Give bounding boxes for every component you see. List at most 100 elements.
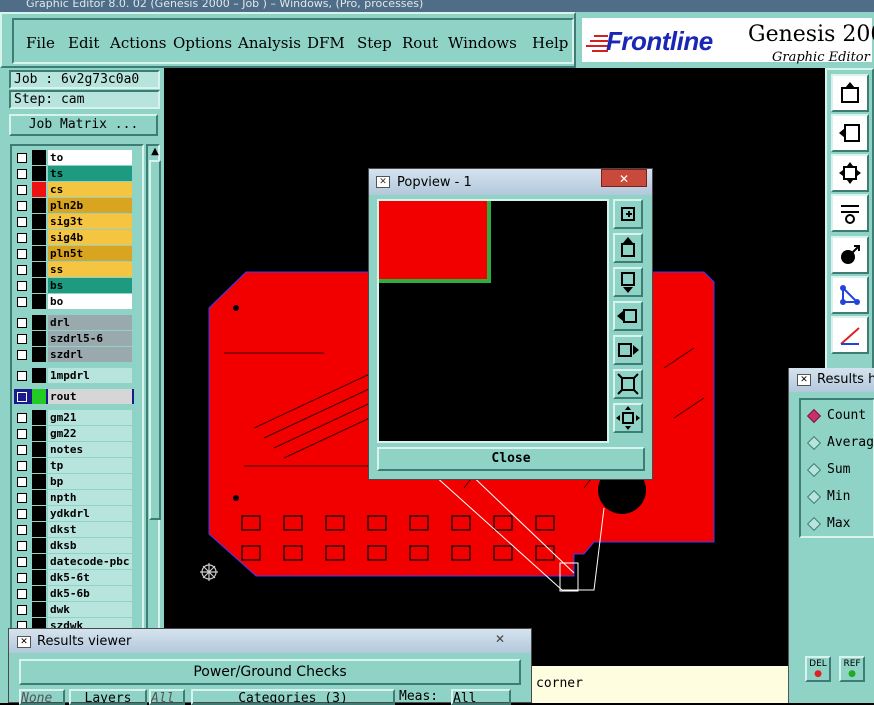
layer-name[interactable]: pln5t [48,246,132,261]
layer-color-swatch[interactable] [32,554,46,569]
layer-checkbox[interactable] [17,589,27,599]
fit-view-icon[interactable] [613,403,643,433]
layer-row[interactable]: ts [14,166,134,181]
layer-row[interactable]: szdrl5-6 [14,331,134,346]
layer-row[interactable]: sig3t [14,214,134,229]
layer-color-swatch[interactable] [32,246,46,261]
layer-scrollbar[interactable]: ▲ [146,144,162,700]
layer-checkbox[interactable] [17,541,27,551]
layer-name[interactable]: pln2b [48,198,132,213]
close-icon[interactable]: ✕ [483,631,517,647]
radio-diamond-icon[interactable] [806,435,822,451]
layer-name[interactable]: tp [48,458,132,473]
layer-row[interactable]: datecode-pbc [14,554,134,569]
layer-row[interactable]: bp [14,474,134,489]
layer-row[interactable]: sig4b [14,230,134,245]
zoom-in-icon[interactable] [613,199,643,229]
stat-option-averag[interactable]: Averag [806,433,874,453]
results-viewer-title[interactable]: Results viewer [9,629,531,653]
layer-row[interactable]: tp [14,458,134,473]
layer-name[interactable]: ss [48,262,132,277]
scroll-thumb[interactable] [149,160,161,520]
layer-name[interactable]: sig3t [48,214,132,229]
layer-color-swatch[interactable] [32,442,46,457]
layer-checkbox[interactable] [17,413,27,423]
menu-item-edit[interactable]: Edit [68,34,99,52]
layer-name[interactable]: dksb [48,538,132,553]
layer-name[interactable]: notes [48,442,132,457]
layer-checkbox[interactable] [17,318,27,328]
layer-name[interactable]: ts [48,166,132,181]
scroll-up-icon[interactable]: ▲ [148,146,162,158]
menu-item-options[interactable]: Options [173,34,232,52]
layer-checkbox[interactable] [17,350,27,360]
menu-item-step[interactable]: Step [357,34,392,52]
layer-color-swatch[interactable] [32,586,46,601]
layer-checkbox[interactable] [17,371,27,381]
layer-checkbox[interactable] [17,477,27,487]
layer-checkbox[interactable] [17,557,27,567]
layer-row[interactable]: dwk [14,602,134,617]
pan-up-icon[interactable] [613,233,643,263]
layer-row[interactable]: ydkdrl [14,506,134,521]
stat-option-min[interactable]: Min [806,487,874,507]
layer-row[interactable]: notes [14,442,134,457]
layer-name[interactable]: 1mpdrl [48,368,132,383]
layer-name[interactable]: bs [48,278,132,293]
layer-checkbox[interactable] [17,153,27,163]
layer-color-swatch[interactable] [32,368,46,383]
layer-checkbox[interactable] [17,509,27,519]
layer-row[interactable]: npth [14,490,134,505]
layer-color-swatch[interactable] [32,410,46,425]
menu-item-rout[interactable]: Rout [402,34,438,52]
layer-name[interactable]: szdrl [48,347,132,362]
job-matrix-button[interactable]: Job Matrix ... [9,114,158,136]
fit-tool-icon[interactable] [831,154,869,192]
menu-item-actions[interactable]: Actions [110,34,166,52]
layer-name[interactable]: dkst [48,522,132,537]
layer-color-swatch[interactable] [32,347,46,362]
layer-row[interactable]: bo [14,294,134,309]
layer-name[interactable]: bp [48,474,132,489]
layer-name[interactable]: dk5-6t [48,570,132,585]
layer-color-swatch[interactable] [32,150,46,165]
layer-color-swatch[interactable] [32,458,46,473]
layer-row[interactable]: gm22 [14,426,134,441]
layer-name[interactable]: to [48,150,132,165]
select-tool-icon[interactable] [831,236,869,274]
pan-left-icon[interactable] [613,301,643,331]
zoom-up-tool-icon[interactable] [831,74,869,112]
radio-diamond-icon[interactable] [806,489,822,505]
layer-checkbox[interactable] [17,445,27,455]
layer-name[interactable]: bo [48,294,132,309]
zoom-out-icon[interactable] [613,369,643,399]
layer-row[interactable]: 1mpdrl [14,368,134,383]
layer-checkbox[interactable] [17,392,27,402]
layer-color-swatch[interactable] [32,230,46,245]
layer-checkbox[interactable] [17,525,27,535]
layer-checkbox[interactable] [17,233,27,243]
refresh-button[interactable]: REF ● [839,656,865,682]
layer-checkbox[interactable] [17,493,27,503]
layer-checkbox[interactable] [17,281,27,291]
layer-row[interactable]: bs [14,278,134,293]
layer-name[interactable]: cs [48,182,132,197]
layer-row[interactable]: pln5t [14,246,134,261]
layer-color-swatch[interactable] [32,426,46,441]
layer-checkbox[interactable] [17,265,27,275]
layer-color-swatch[interactable] [32,166,46,181]
layer-color-swatch[interactable] [32,522,46,537]
layer-color-swatch[interactable] [32,294,46,309]
layer-row[interactable]: drl [14,315,134,330]
layer-color-swatch[interactable] [32,198,46,213]
menu-item-analysis[interactable]: Analysis [238,34,301,52]
layer-checkbox[interactable] [17,217,27,227]
layer-name[interactable]: drl [48,315,132,330]
popview-titlebar[interactable]: ✕ Popview - 1 ✕ [369,169,652,195]
layer-name[interactable]: sig4b [48,230,132,245]
layer-color-swatch[interactable] [32,570,46,585]
layer-name[interactable]: npth [48,490,132,505]
popview-close-button[interactable]: Close [377,447,645,471]
layer-row[interactable]: dk5-6b [14,586,134,601]
layer-name[interactable]: ydkdrl [48,506,132,521]
